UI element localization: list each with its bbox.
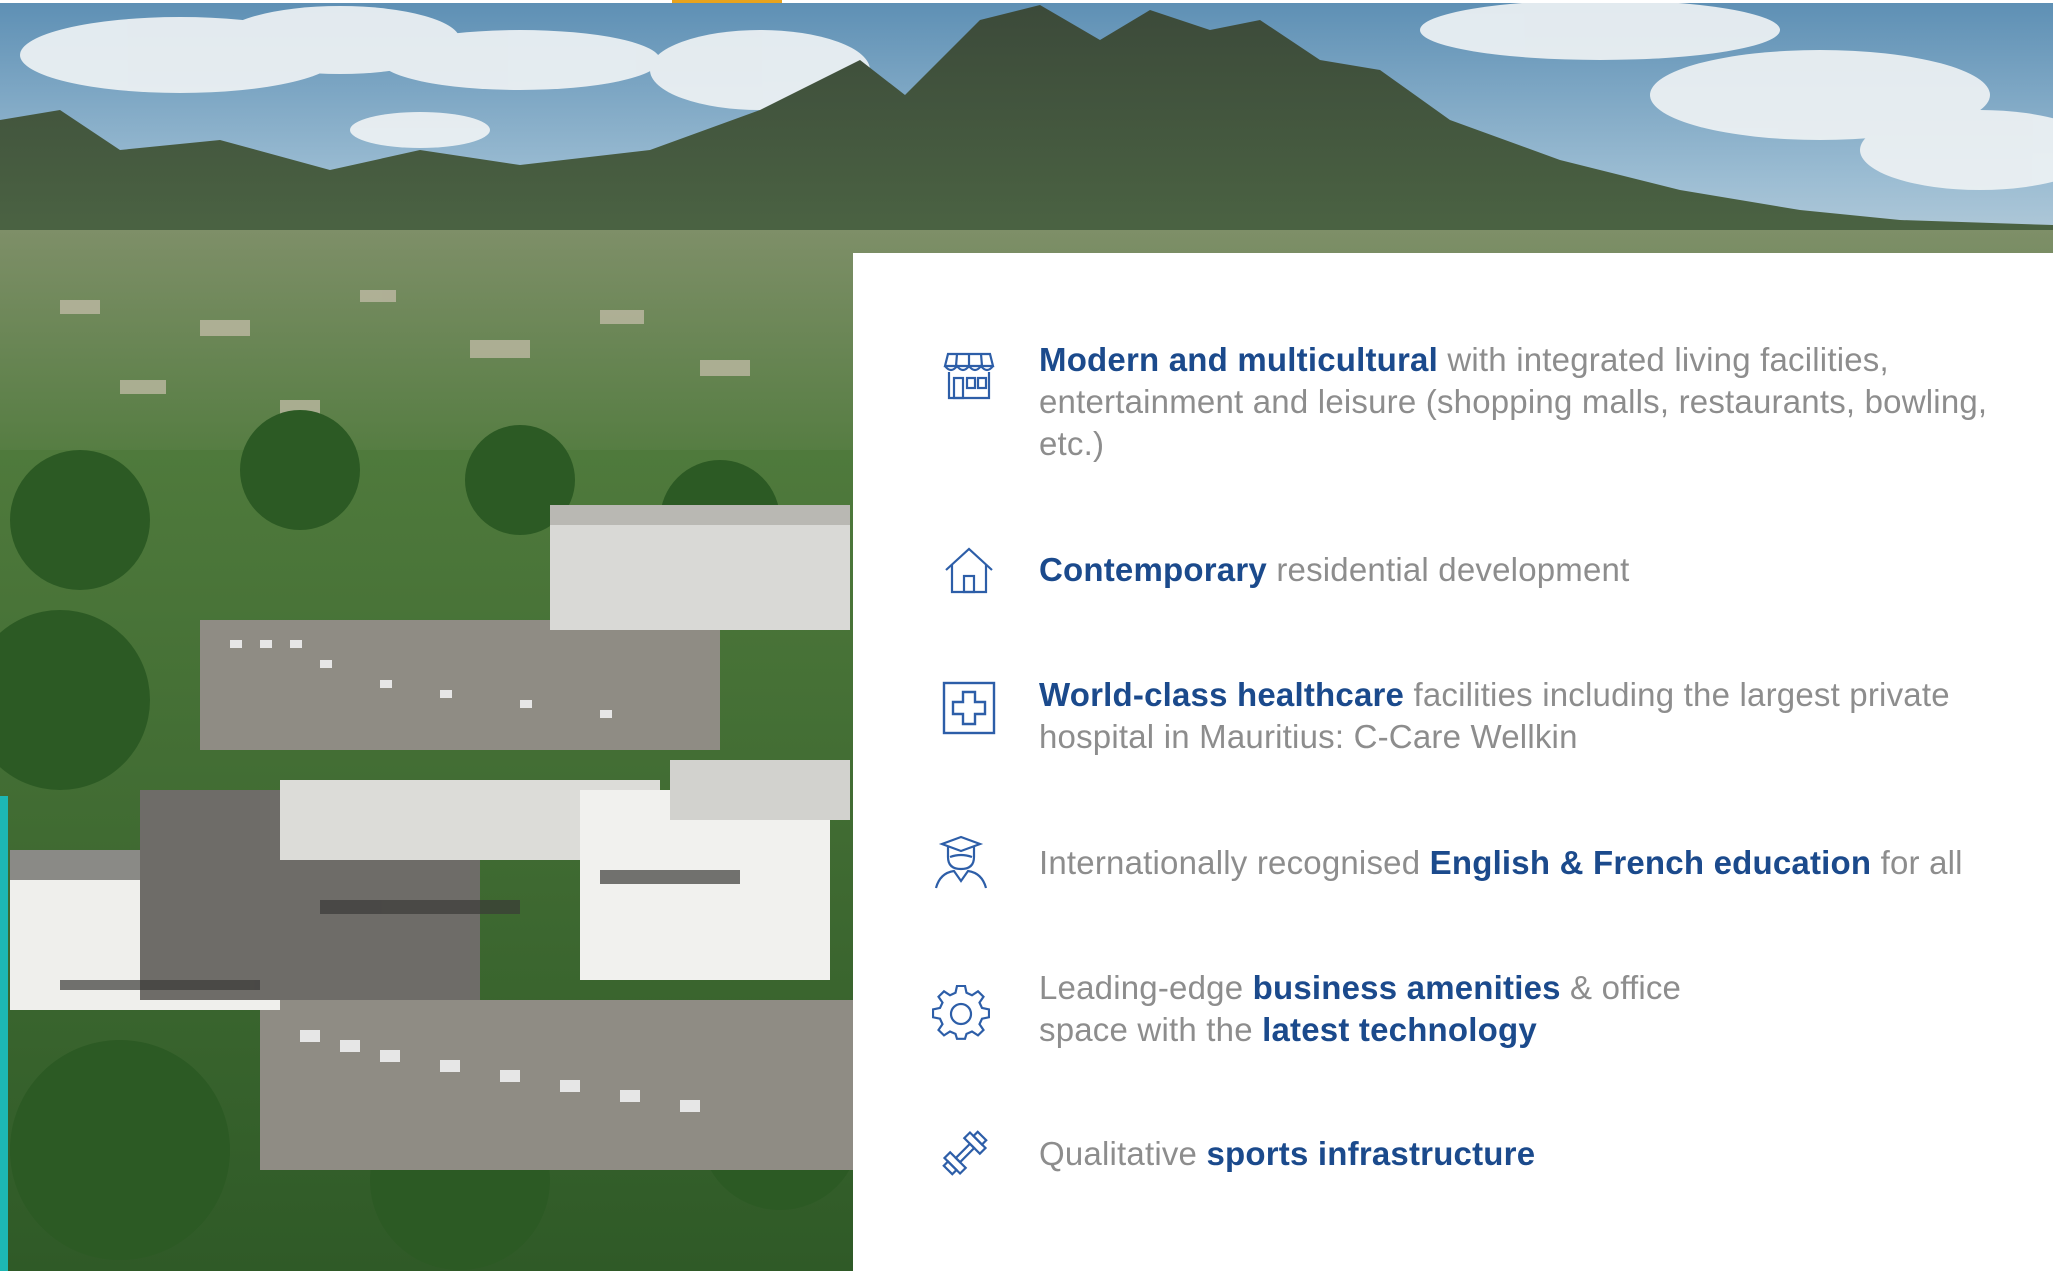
feature-text: World-class healthcare facilities includ… — [1039, 676, 1950, 755]
dumbbell-icon — [929, 1117, 1001, 1189]
top-accent-bar — [672, 0, 782, 3]
feature-text: Modern and multicultural with integrated… — [1039, 341, 1988, 462]
gear-icon — [925, 978, 997, 1050]
graduate-icon — [925, 826, 997, 898]
feature-text: Internationally recognised English & Fre… — [1039, 844, 1963, 881]
feature-text: Leading-edge business amenities & office… — [1039, 969, 1682, 1048]
feature-text: Contemporary residential development — [1039, 551, 1630, 588]
left-accent-bar — [0, 796, 8, 1271]
house-icon — [933, 535, 1005, 607]
storefront-icon — [933, 339, 1005, 411]
medical-cross-icon — [933, 672, 1005, 744]
feature-text: Qualitative sports infrastructure — [1039, 1135, 1536, 1172]
top-divider — [0, 0, 2053, 3]
features-panel: Modern and multicultural with integrated… — [853, 253, 2053, 1271]
